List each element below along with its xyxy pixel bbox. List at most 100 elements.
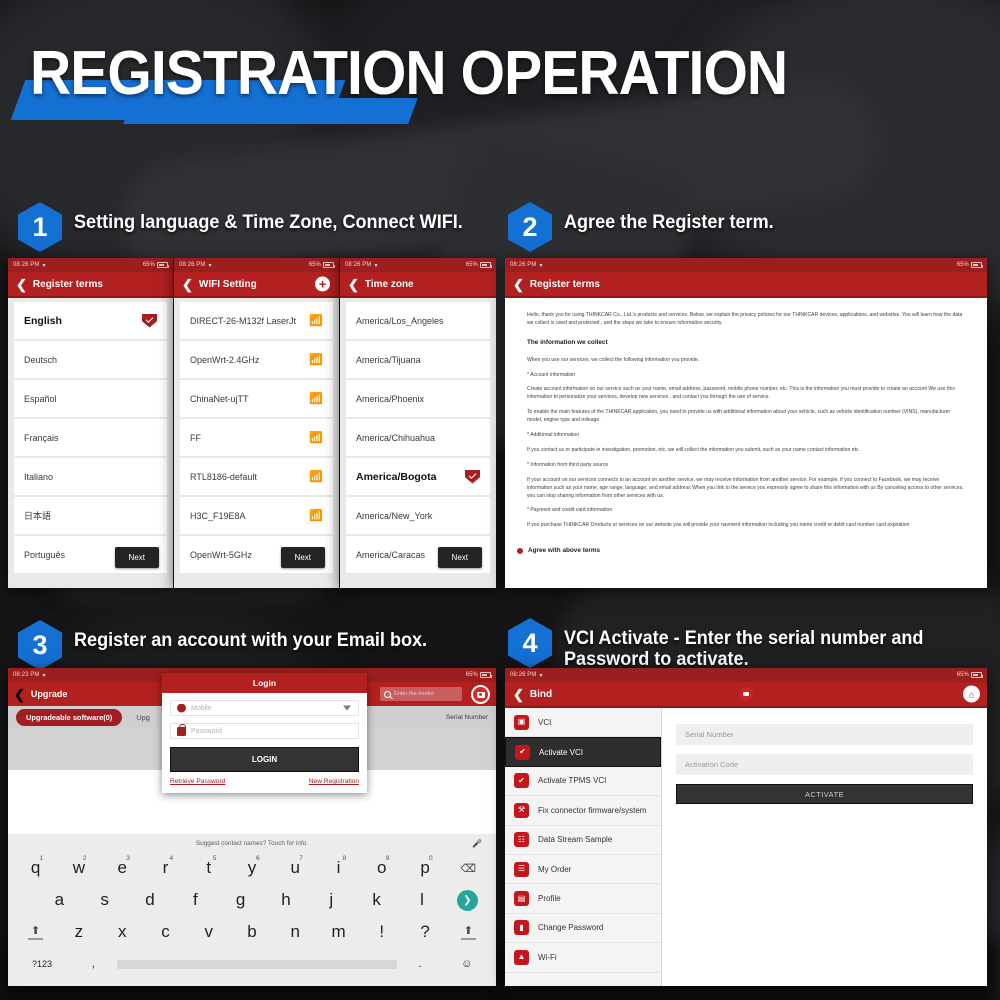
back-icon[interactable]: ❮ [348,278,359,291]
shift-key[interactable]: ⬆ [14,924,57,940]
enter-key[interactable]: ❯ [445,889,490,911]
back-icon[interactable]: ❮ [16,278,27,291]
microphone-icon[interactable]: 🎤 [472,839,482,848]
language-row[interactable]: 日本語 [14,497,167,534]
key-k[interactable]: k [354,890,399,910]
retrieve-password-link[interactable]: Retrieve Password [170,778,225,785]
language-row[interactable]: Deutsch [14,341,167,378]
shift-key-right[interactable]: ⬆ [447,924,490,940]
back-icon[interactable]: ❮ [513,278,524,291]
next-button[interactable]: Next [437,547,482,568]
key-r[interactable]: 4r [144,855,187,878]
keyboard-suggestion-bar[interactable]: Suggest contact names? Touch for info. 🎤 [14,834,490,852]
chevron-down-icon[interactable] [343,705,351,711]
key-p[interactable]: 0p [403,855,446,878]
key-h[interactable]: h [263,890,308,910]
device-language-screen: 08:26 PM ▾ 65% ❮ Register terms English D… [8,258,173,588]
sidebar-item-change-password[interactable]: ▮ Change Password [505,914,661,944]
plus-icon[interactable]: + [315,276,330,292]
tab-secondary[interactable]: Upg [136,713,150,722]
sidebar-item-activate-vci[interactable]: ✔ Activate VCI [505,737,661,767]
key-l[interactable]: l [399,890,444,910]
key-d[interactable]: d [127,890,172,910]
key-c[interactable]: c [144,922,187,942]
next-button[interactable]: Next [114,547,159,568]
emoji-key[interactable]: ☺ [443,958,490,970]
language-row[interactable]: Italiano [14,458,167,495]
wifi-row[interactable]: H3C_F19E8A 📶 [180,497,333,534]
timezone-row[interactable]: America/Chihuahua [346,419,490,456]
sidebar-item-vci[interactable]: ▣ VCI [505,708,661,738]
sidebar-item-activate-tpms-vci[interactable]: ✔ Activate TPMS VCI [505,767,661,797]
wifi-row[interactable]: FF 📶 [180,419,333,456]
terms-paragraph: * Information from third party source [527,461,609,468]
comma-key[interactable]: , [70,958,117,970]
key-o[interactable]: 9o [360,855,403,878]
back-icon[interactable]: ❮ [513,688,524,701]
space-key[interactable] [116,959,397,969]
search-input[interactable]: Enter the model [380,687,462,701]
key-x[interactable]: x [101,922,144,942]
sidebar-item-wifi[interactable]: ▲ Wi-Fi [505,943,661,973]
timezone-row[interactable]: America/Bogota [346,458,490,495]
radio-icon[interactable] [517,547,523,554]
activation-code-input[interactable]: Activation Code [676,754,973,775]
key-u[interactable]: 7u [274,855,317,878]
key-g[interactable]: g [218,890,263,910]
password-field[interactable]: Password [170,723,359,739]
key-a[interactable]: a [37,890,82,910]
key-b[interactable]: b [230,922,273,942]
key-v[interactable]: v [187,922,230,942]
key-exclamation[interactable]: ! [360,922,403,942]
account-field[interactable]: Mobile [170,700,359,716]
language-row[interactable]: Español [14,380,167,417]
login-submit-button[interactable]: LOGIN [170,747,359,772]
wifi-row[interactable]: ChinaNet-ujTT 📶 [180,380,333,417]
key-e[interactable]: 3e [101,855,144,878]
symbols-key[interactable]: ?123 [14,959,70,969]
camera-button[interactable] [471,685,490,704]
activate-button[interactable]: ACTIVATE [676,784,973,804]
key-n[interactable]: n [274,922,317,942]
wifi-row[interactable]: OpenWrt-5GHz Next [180,536,333,573]
backspace-key[interactable]: ⌫ [447,862,490,875]
key-f[interactable]: f [173,890,218,910]
battery-percent: 65% [465,262,478,268]
serial-number-input[interactable]: Serial Number [676,724,973,745]
timezone-row[interactable]: America/Los_Angeles [346,302,490,339]
sidebar-item-data-stream-sample[interactable]: ☷ Data Stream Sample [505,826,661,855]
back-icon[interactable]: ❮ [14,688,25,701]
key-i[interactable]: 8i [317,855,360,878]
key-w[interactable]: 2w [57,855,100,878]
key-s[interactable]: s [82,890,127,910]
camera-button[interactable] [739,687,753,701]
timezone-row[interactable]: America/Tijuana [346,341,490,378]
key-j[interactable]: j [309,890,354,910]
key-question[interactable]: ? [403,922,446,942]
wifi-row[interactable]: OpenWrt-2.4GHz 📶 [180,341,333,378]
agree-checkbox-row[interactable]: Agree with above terms [505,543,987,554]
new-registration-link[interactable]: New Registration [309,778,359,785]
language-row[interactable]: English [14,302,167,339]
wifi-row[interactable]: RTL8186-default 📶 [180,458,333,495]
key-z[interactable]: z [57,922,100,942]
next-button[interactable]: Next [280,547,325,568]
key-y[interactable]: 6y [230,855,273,878]
timezone-row[interactable]: America/Caracas Next [346,536,490,573]
wifi-row[interactable]: DIRECT-26-M132f LaserJt 📶 [180,302,333,339]
back-icon[interactable]: ❮ [182,278,193,291]
tab-upgradeable-software[interactable]: Upgradeable software(0) [16,708,123,726]
sidebar-item-profile[interactable]: ▤ Profile [505,884,661,914]
timezone-row[interactable]: America/Phoenix [346,380,490,417]
language-row[interactable]: Português Next [14,536,167,573]
status-bar: 08:26 PM ▾ 65% [174,258,339,272]
language-row[interactable]: Français [14,419,167,456]
period-key[interactable]: . [397,958,444,970]
key-q[interactable]: 1q [14,855,57,878]
home-button[interactable]: ⌂ [963,685,980,703]
key-t[interactable]: 5t [187,855,230,878]
sidebar-item-my-order[interactable]: ☰ My Order [505,855,661,885]
timezone-row[interactable]: America/New_York [346,497,490,534]
sidebar-item-fix-connector[interactable]: ⚒ Fix connector firmware/system [505,796,661,826]
key-m[interactable]: m [317,922,360,942]
